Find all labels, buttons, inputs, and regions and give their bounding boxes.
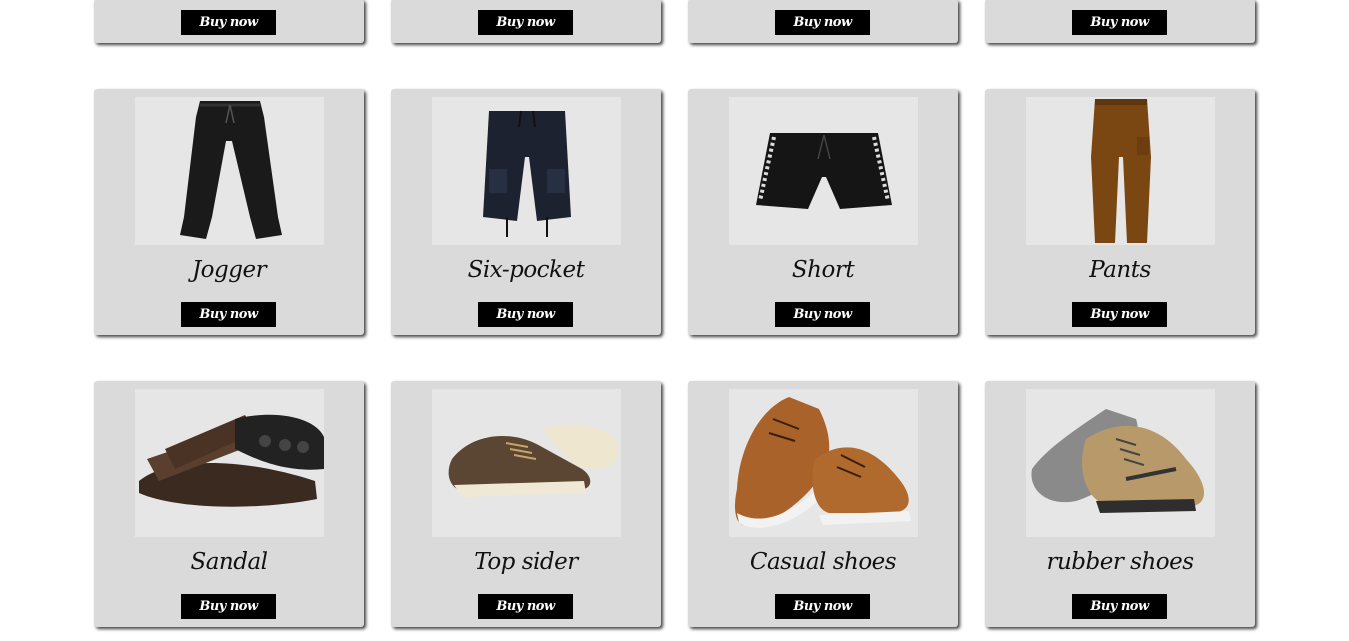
product-image[interactable] (729, 97, 918, 245)
product-card-sandal: Sandal Buy now (94, 381, 364, 627)
jogger-icon (179, 101, 282, 239)
buy-now-button[interactable]: Buy now (775, 10, 870, 35)
product-name: Sandal (190, 549, 268, 575)
sandal-icon (139, 414, 324, 507)
casual-shoe-icon (735, 397, 911, 528)
product-name: Short (791, 257, 855, 283)
product-card: Buy now (391, 0, 661, 43)
product-grid: Buy now Buy now Buy now Buy now Jogger B… (0, 0, 1349, 641)
boat-shoe-icon (448, 425, 618, 497)
product-card-pants: Pants Buy now (985, 89, 1255, 335)
product-card: Buy now (688, 0, 958, 43)
product-card: Buy now (94, 0, 364, 43)
product-card-six-pocket: Six-pocket Buy now (391, 89, 661, 335)
product-name: Six-pocket (467, 257, 585, 283)
buy-now-button[interactable]: Buy now (181, 594, 276, 619)
sneaker-icon (1031, 409, 1204, 513)
product-card-top-sider: Top sider Buy now (391, 381, 661, 627)
product-name: Jogger (191, 257, 267, 283)
product-image[interactable] (135, 389, 324, 537)
product-image[interactable] (729, 389, 918, 537)
cargo-shorts-icon (482, 110, 571, 237)
product-card-casual-shoes: Casual shoes Buy now (688, 381, 958, 627)
pants-icon (1090, 99, 1151, 243)
buy-now-button[interactable]: Buy now (478, 10, 573, 35)
buy-now-button[interactable]: Buy now (1072, 10, 1167, 35)
product-image[interactable] (135, 97, 324, 245)
product-name: Pants (1089, 257, 1151, 283)
buy-now-button[interactable]: Buy now (181, 302, 276, 327)
shorts-icon (755, 133, 892, 209)
product-name: Casual shoes (749, 549, 897, 575)
buy-now-button[interactable]: Buy now (775, 594, 870, 619)
product-name: rubber shoes (1046, 549, 1194, 575)
buy-now-button[interactable]: Buy now (1072, 594, 1167, 619)
buy-now-button[interactable]: Buy now (775, 302, 870, 327)
product-card-rubber-shoes: rubber shoes Buy now (985, 381, 1255, 627)
buy-now-button[interactable]: Buy now (478, 302, 573, 327)
product-image[interactable] (1026, 389, 1215, 537)
product-name: Top sider (474, 549, 578, 575)
product-image[interactable] (432, 389, 621, 537)
buy-now-button[interactable]: Buy now (181, 10, 276, 35)
buy-now-button[interactable]: Buy now (478, 594, 573, 619)
product-card: Buy now (985, 0, 1255, 43)
product-image[interactable] (1026, 97, 1215, 245)
product-card-short: Short Buy now (688, 89, 958, 335)
product-image[interactable] (432, 97, 621, 245)
buy-now-button[interactable]: Buy now (1072, 302, 1167, 327)
product-card-jogger: Jogger Buy now (94, 89, 364, 335)
